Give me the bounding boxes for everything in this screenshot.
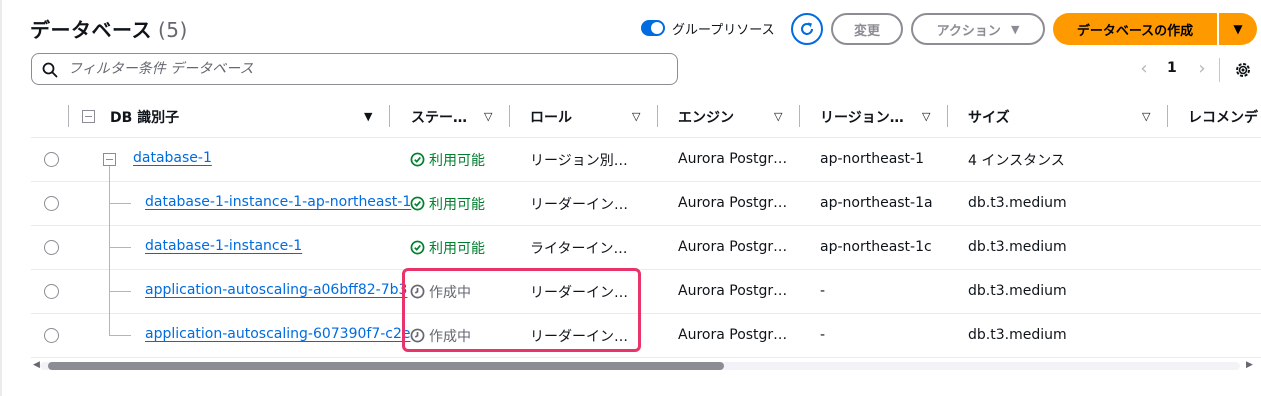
caret-down-icon: ▼: [1010, 22, 1020, 36]
column-separator[interactable]: [947, 105, 948, 127]
db-identifier-link[interactable]: database-1: [133, 150, 212, 166]
status-cell: 利用可能: [410, 194, 485, 214]
db-identifier-link[interactable]: application-autoscaling-a06bff82-7b3: [145, 282, 407, 298]
status-cell: 利用可能: [410, 238, 485, 258]
filter-search[interactable]: [31, 53, 678, 85]
sort-caret-icon[interactable]: ▽: [484, 110, 492, 123]
highlight-box: [402, 268, 641, 352]
region-cell: -: [820, 283, 826, 299]
size-cell: db.t3.medium: [968, 283, 1067, 299]
chevron-right-icon[interactable]: ›: [1194, 59, 1210, 79]
caret-down-icon: ▼: [1233, 22, 1243, 36]
size-cell: db.t3.medium: [968, 327, 1067, 343]
engine-cell: Aurora Postgr…: [678, 239, 788, 255]
create-database-button[interactable]: データベースの作成: [1053, 13, 1217, 45]
region-cell: ap-northeast-1c: [820, 239, 932, 255]
chevron-left-icon[interactable]: ‹: [1136, 59, 1152, 79]
page-number[interactable]: 1: [1167, 60, 1177, 76]
column-header-recommendations[interactable]: レコメンデ: [1188, 107, 1258, 127]
column-header-size[interactable]: サイズ: [968, 107, 1010, 127]
collapse-all-icon[interactable]: [82, 110, 95, 123]
tree-line: [109, 291, 131, 292]
refresh-button[interactable]: [791, 13, 823, 45]
pagination-divider: [1219, 58, 1220, 82]
status-text: 利用可能: [429, 197, 485, 213]
role-cell: ライターイン…: [530, 241, 628, 257]
row-select-radio[interactable]: [44, 196, 59, 211]
horizontal-scrollbar-thumb[interactable]: [48, 362, 724, 370]
column-header-region[interactable]: リージョン…: [820, 107, 904, 127]
region-cell: ap-northeast-1: [820, 151, 925, 167]
engine-cell: Aurora Postgr…: [678, 151, 788, 167]
region-cell: ap-northeast-1a: [820, 195, 933, 211]
check-circle-icon: [410, 152, 425, 167]
column-separator[interactable]: [1167, 105, 1168, 127]
left-border: [0, 0, 2, 396]
column-separator: [68, 105, 69, 127]
column-separator[interactable]: [389, 105, 390, 127]
group-resources-label: グループリソース: [672, 23, 775, 38]
row-divider: [31, 357, 1261, 358]
search-icon: [42, 62, 58, 78]
row-select-radio[interactable]: [44, 152, 59, 167]
scroll-left-icon[interactable]: ◀: [33, 360, 40, 370]
column-header-engine[interactable]: エンジン: [678, 107, 734, 127]
status-text: 利用可能: [429, 241, 485, 257]
column-separator[interactable]: [657, 105, 658, 127]
tree-line: [109, 203, 131, 204]
tree-line: [109, 166, 110, 335]
sort-caret-icon[interactable]: ▽: [1142, 110, 1150, 123]
role-cell: リージョン別…: [530, 153, 628, 169]
sort-caret-icon[interactable]: ▽: [632, 110, 640, 123]
role-cell: リーダーイン…: [530, 197, 628, 213]
group-resources-toggle[interactable]: [641, 20, 665, 36]
check-circle-icon: [410, 240, 425, 255]
actions-button[interactable]: アクション ▼: [911, 13, 1045, 45]
size-cell: db.t3.medium: [968, 195, 1067, 211]
search-input[interactable]: [68, 54, 668, 84]
db-identifier-link[interactable]: database-1-instance-1-ap-northeast-1: [145, 194, 411, 210]
column-separator[interactable]: [799, 105, 800, 127]
resource-count: (5): [158, 18, 188, 42]
sort-caret-icon[interactable]: ▽: [922, 110, 930, 123]
engine-cell: Aurora Postgr…: [678, 327, 788, 343]
row-divider: [31, 137, 1261, 138]
row-divider: [31, 181, 1261, 182]
db-identifier-link[interactable]: application-autoscaling-607390f7-c2e: [145, 326, 411, 342]
scroll-right-icon[interactable]: ▶: [1246, 360, 1253, 370]
region-cell: -: [820, 327, 826, 343]
engine-cell: Aurora Postgr…: [678, 283, 788, 299]
row-select-radio[interactable]: [44, 284, 59, 299]
page-title: データベース (5): [30, 14, 188, 43]
row-select-radio[interactable]: [44, 328, 59, 343]
settings-icon[interactable]: [1233, 60, 1253, 80]
column-separator[interactable]: [509, 105, 510, 127]
status-cell: 利用可能: [410, 150, 485, 170]
engine-cell: Aurora Postgr…: [678, 195, 788, 211]
sort-caret-icon[interactable]: ▼: [364, 110, 372, 123]
sort-caret-icon[interactable]: ▽: [774, 110, 782, 123]
size-cell: 4 インスタンス: [968, 153, 1065, 169]
change-button-label: 変更: [853, 23, 880, 39]
create-database-label: データベースの作成: [1076, 23, 1194, 39]
collapse-icon[interactable]: [103, 153, 116, 166]
actions-button-label: アクション: [936, 23, 1001, 39]
status-text: 利用可能: [429, 153, 485, 169]
column-header-role[interactable]: ロール: [530, 107, 572, 127]
row-select-radio[interactable]: [44, 240, 59, 255]
column-header-status[interactable]: ステー…: [411, 107, 467, 127]
tree-line: [109, 335, 131, 336]
db-identifier-link[interactable]: database-1-instance-1: [145, 238, 302, 254]
create-database-dropdown[interactable]: ▼: [1219, 13, 1257, 45]
size-cell: db.t3.medium: [968, 239, 1067, 255]
change-button[interactable]: 変更: [831, 13, 903, 45]
row-divider: [31, 225, 1261, 226]
row-divider: [31, 269, 1261, 270]
page-title-text: データベース: [30, 18, 152, 42]
check-circle-icon: [410, 196, 425, 211]
refresh-icon: [801, 22, 813, 35]
tree-line: [109, 247, 131, 248]
row-divider: [31, 313, 1261, 314]
column-header-db-identifier[interactable]: DB 識別子: [110, 107, 179, 127]
